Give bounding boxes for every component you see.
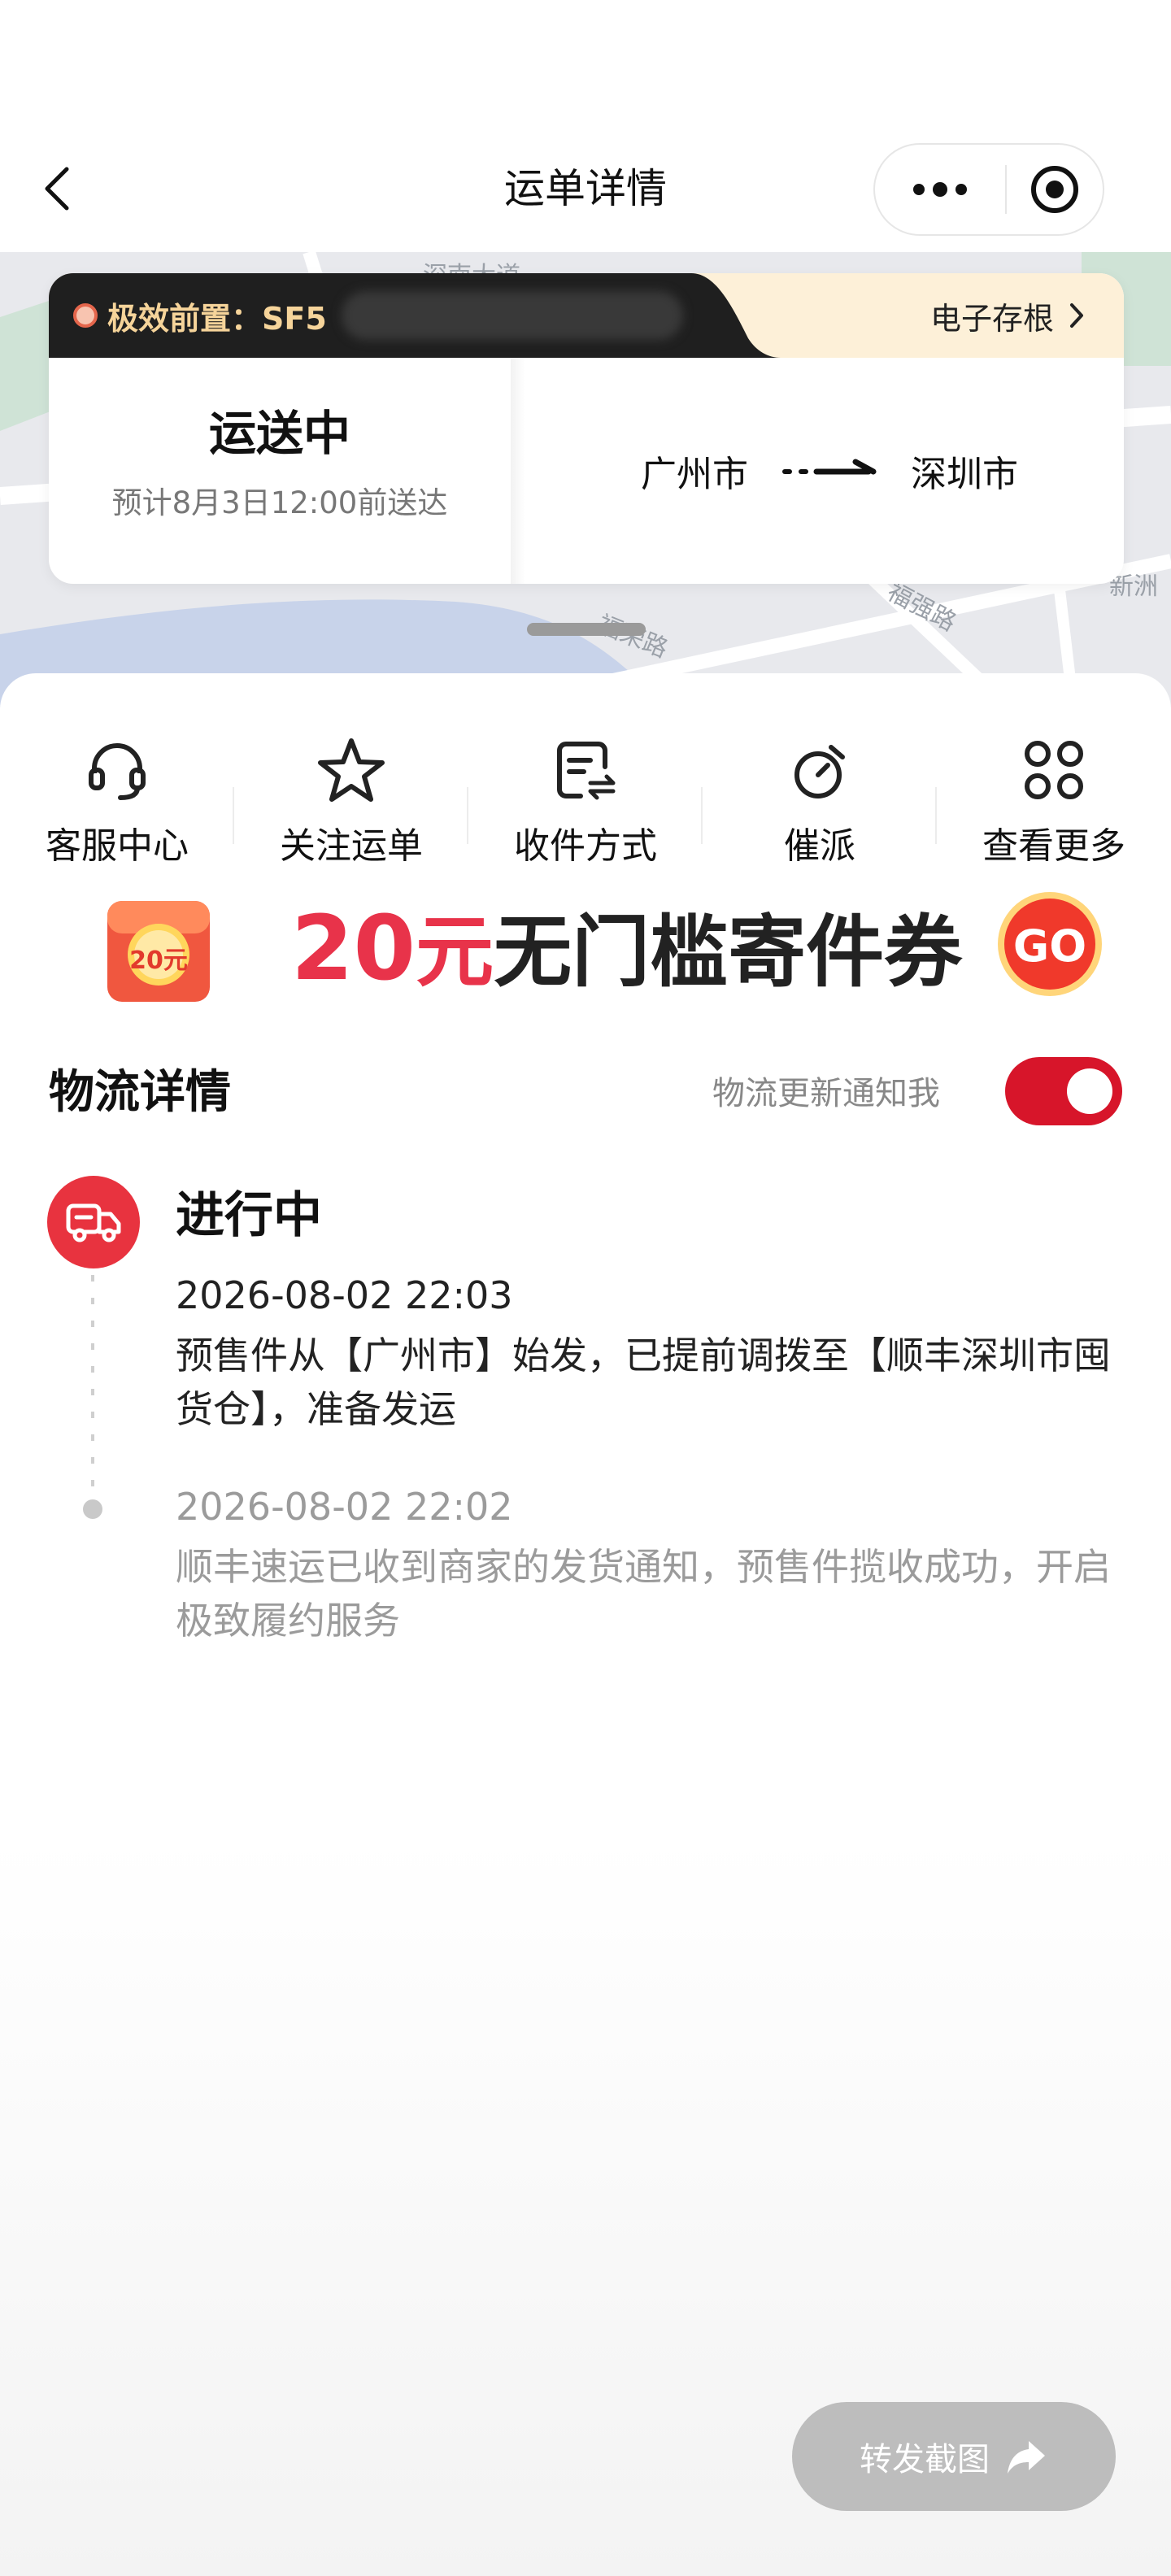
headset-icon	[89, 743, 146, 800]
nav-bar: 运单详情	[0, 0, 1171, 252]
grid-more-icon	[1025, 741, 1083, 799]
action-customer-service[interactable]: 客服中心	[0, 706, 234, 868]
quick-actions: 客服中心 关注运单 收件方式 催派 查看更多	[0, 706, 1171, 868]
event-time: 2026-08-02 22:03	[176, 1273, 513, 1317]
receipt-label: 电子存根	[929, 300, 1054, 337]
action-label: 催派	[784, 825, 855, 867]
receive-method-icon	[557, 742, 616, 800]
route-arrow-icon	[782, 459, 877, 475]
action-view-more[interactable]: 查看更多	[937, 706, 1171, 868]
action-label: 查看更多	[982, 825, 1125, 867]
more-button[interactable]	[875, 145, 1005, 234]
card-divider	[511, 358, 525, 584]
coupon-amount: 20	[291, 896, 416, 1000]
event-description: 顺丰速运已收到商家的发货通知，预售件揽收成功，开启极致履约服务	[176, 1545, 1111, 1643]
timeline-dot	[83, 1499, 102, 1519]
card-header: 极效前置：SF5 电子存根	[49, 273, 1124, 358]
eta-text: 预计8月3日12:00前送达	[111, 485, 448, 520]
electronic-receipt-link[interactable]: 电子存根	[930, 273, 1085, 358]
destination-city: 深圳市	[911, 454, 1018, 495]
close-mini-program-button[interactable]	[1007, 145, 1103, 234]
coupon-text: 20元无门槛寄件券	[291, 891, 962, 1005]
truck-icon	[47, 1176, 140, 1268]
shipment-status-card: 极效前置：SF5 电子存根 运送中 预计8月3日12:00前送达 广州市 深圳市	[49, 273, 1124, 584]
share-screenshot-button[interactable]: 转发截图	[792, 2402, 1116, 2511]
share-label: 转发截图	[860, 2441, 990, 2478]
timeline-line	[91, 1275, 94, 1495]
action-receive-method[interactable]: 收件方式	[468, 706, 703, 868]
redacted-waybill-digits	[342, 291, 683, 340]
stopwatch-icon	[794, 745, 845, 798]
notify-toggle[interactable]	[1005, 1057, 1122, 1125]
go-label: GO	[1012, 920, 1087, 972]
star-icon	[318, 738, 385, 802]
logistics-state: 进行中	[176, 1187, 322, 1244]
sf-badge-icon	[73, 303, 98, 328]
chevron-right-icon	[1070, 303, 1083, 328]
waybill-number[interactable]: 极效前置：SF5	[73, 273, 327, 358]
mini-program-capsule	[873, 143, 1104, 236]
coupon-badge-text: 20元	[129, 946, 188, 975]
toggle-knob	[1067, 1068, 1112, 1114]
details-sheet: 客服中心 关注运单 收件方式 催派 查看更多 20元 20元无门槛寄件券 GO …	[0, 673, 1171, 2576]
target-circle-icon	[1031, 166, 1078, 213]
action-urge-delivery[interactable]: 催派	[703, 706, 937, 868]
event-description: 预售件从【广州市】始发，已提前调拨至【顺丰深圳市囤货仓】，准备发运	[176, 1334, 1111, 1431]
event-time: 2026-08-02 22:02	[176, 1485, 513, 1529]
coupon-unit: 元	[416, 907, 494, 998]
coupon-go-button[interactable]: GO	[995, 890, 1104, 999]
route-section: 广州市 深圳市	[553, 358, 1106, 584]
coupon-envelope-icon: 20元	[104, 898, 213, 1005]
action-label: 关注运单	[280, 825, 423, 867]
action-label: 收件方式	[514, 825, 657, 867]
action-label: 客服中心	[46, 825, 189, 867]
coupon-description: 无门槛寄件券	[494, 907, 963, 998]
waybill-label: 极效前置：SF5	[107, 300, 327, 337]
more-dots-icon	[913, 182, 967, 197]
share-arrow-icon	[1008, 2441, 1045, 2474]
status-section: 运送中 预计8月3日12:00前送达	[49, 358, 511, 584]
logistics-title: 物流详情	[49, 1066, 231, 1119]
shipment-status: 运送中	[208, 406, 350, 461]
sheet-drag-handle[interactable]	[527, 623, 646, 636]
notify-label: 物流更新通知我	[712, 1075, 940, 1112]
coupon-banner[interactable]: 20元 20元无门槛寄件券 GO	[0, 877, 1171, 1023]
origin-city: 广州市	[641, 454, 748, 495]
action-follow-waybill[interactable]: 关注运单	[234, 706, 468, 868]
